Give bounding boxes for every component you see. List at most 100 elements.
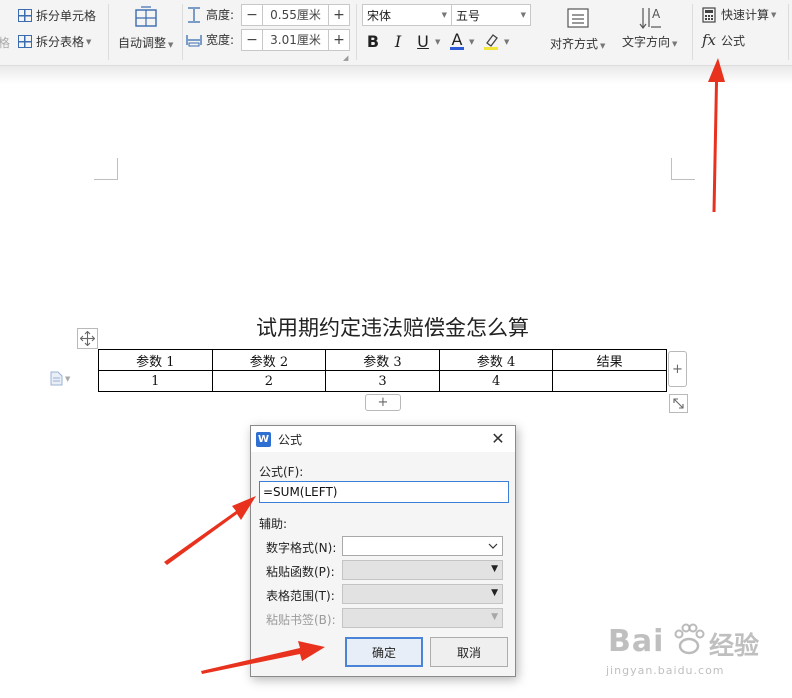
number-format-label: 数字格式(N): (266, 541, 337, 555)
font-size-select[interactable]: 五号 ▼ (451, 4, 531, 26)
italic-button[interactable]: I (389, 30, 407, 52)
table-range-select[interactable]: ▼ (342, 584, 503, 604)
page-corner-mark (94, 158, 118, 180)
quick-calc-button[interactable]: 快速计算 ▼ (702, 6, 776, 23)
cancel-button[interactable]: 取消 (430, 637, 508, 667)
table-cell[interactable]: 参数 3 (325, 349, 440, 371)
cut-off-label: 格 (0, 36, 11, 50)
chevron-down-icon[interactable]: ▼ (504, 38, 509, 46)
table-cell[interactable]: 2 (211, 370, 327, 392)
paste-function-select[interactable]: ▼ (342, 560, 503, 580)
table-cell[interactable]: 参数 4 (438, 349, 554, 371)
dialog-title: 公式 (278, 432, 303, 447)
chevron-down-icon: ▼ (520, 11, 526, 19)
divider (108, 4, 109, 60)
width-stepper[interactable]: − 3.01厘米 + (241, 29, 350, 51)
auto-fit-icon (135, 6, 157, 27)
chevron-down-icon: ▼ (86, 37, 92, 46)
font-color-icon: A (451, 30, 463, 49)
row-height-icon (188, 6, 200, 23)
dialog-titlebar[interactable]: W 公式 ✕ (251, 426, 515, 452)
formula-button[interactable]: fx 公式 (702, 31, 745, 49)
plus-icon[interactable]: + (329, 5, 349, 25)
chevron-down-icon: ▼ (771, 10, 777, 19)
underline-button[interactable]: U (413, 30, 433, 52)
table-resize-handle[interactable] (669, 394, 688, 413)
plus-icon[interactable]: + (329, 30, 349, 50)
dropdown-arrow-icon: ▼ (491, 564, 498, 574)
split-table-label: 拆分表格 (36, 35, 85, 49)
formula-input[interactable] (259, 481, 509, 503)
table-cell[interactable]: 参数 2 (211, 349, 327, 371)
split-cells-button[interactable]: 拆分单元格 (18, 7, 96, 24)
table-cell[interactable]: 4 (438, 370, 554, 392)
plus-icon: + (672, 361, 683, 377)
page-corner-mark (671, 158, 695, 180)
font-name-value: 宋体 (367, 8, 392, 23)
height-label: 高度: (206, 8, 235, 22)
table-row: 1 2 3 4 (98, 370, 667, 392)
minus-icon[interactable]: − (242, 5, 262, 25)
paste-bookmark-select: ▼ (342, 608, 503, 628)
quick-calc-label: 快速计算 (721, 8, 770, 22)
align-label: 对齐方式 ▼ (550, 37, 606, 51)
dropdown-arrow-icon: ▼ (491, 588, 498, 598)
paste-function-label: 粘贴函数(P): (266, 565, 335, 579)
split-table-button[interactable]: 拆分表格 ▼ (18, 33, 91, 50)
ribbon-toolbar: 格 拆分单元格 拆分表格 ▼ 自动调整 ▼ 高度: − 0.55厘米 + 宽度:… (0, 0, 792, 66)
watermark-url: jingyan.baidu.com (606, 664, 725, 677)
table-cell[interactable]: 3 (325, 370, 440, 392)
divider (788, 4, 789, 60)
baidu-watermark: Bai 经验 jingyan.baidu.com (606, 606, 786, 696)
divider (182, 4, 183, 60)
table-cell[interactable]: 参数 1 (98, 349, 213, 371)
document-title[interactable]: 试用期约定违法赔偿金怎么算 (98, 312, 687, 342)
number-format-select[interactable] (342, 536, 503, 556)
ok-button[interactable]: 确定 (345, 637, 423, 667)
split-cells-label: 拆分单元格 (36, 9, 97, 23)
move-cross-icon (80, 331, 95, 346)
fx-icon: fx (702, 31, 717, 49)
table-cell[interactable]: 结果 (552, 349, 667, 371)
table-cell[interactable]: 1 (98, 370, 213, 392)
table-header-row: 参数 1 参数 2 参数 3 参数 4 结果 (98, 349, 667, 371)
table-cell[interactable] (552, 370, 667, 392)
resize-diagonal-icon (673, 398, 684, 409)
chevron-down-icon[interactable]: ▼ (469, 38, 474, 46)
highlight-button[interactable] (481, 30, 501, 52)
column-width-group: 宽度: (186, 31, 234, 48)
chevron-down-icon: ▼ (441, 11, 447, 19)
watermark-brand: Bai (608, 624, 665, 659)
table-move-handle[interactable] (77, 328, 98, 349)
text-direction-button[interactable]: A 文字方向 ▼ (622, 5, 677, 50)
minus-icon[interactable]: − (242, 30, 262, 50)
align-button[interactable]: 对齐方式 ▼ (550, 7, 605, 52)
font-name-select[interactable]: 宋体 ▼ (362, 4, 452, 26)
height-stepper[interactable]: − 0.55厘米 + (241, 4, 350, 26)
assist-label: 辅助: (259, 517, 288, 531)
split-cells-icon (18, 9, 32, 22)
chevron-down-icon[interactable]: ▼ (435, 38, 440, 46)
bold-button[interactable]: B (363, 30, 383, 52)
divider (692, 4, 693, 60)
ribbon-shadow (0, 66, 792, 84)
divider (356, 4, 357, 60)
svg-text:A: A (652, 7, 661, 21)
document-icon (50, 371, 63, 386)
add-column-button[interactable]: + (668, 351, 687, 387)
height-value[interactable]: 0.55厘米 (262, 5, 329, 25)
font-color-button[interactable]: A (447, 30, 467, 52)
font-color-bar (450, 47, 464, 50)
paragraph-options[interactable]: ▼ (50, 371, 70, 386)
formula-label: 公式(F): (259, 465, 304, 479)
auto-fit-button[interactable]: 自动调整 ▼ (118, 6, 173, 51)
column-width-icon (186, 34, 202, 46)
wps-writer-icon: W (256, 431, 271, 447)
add-row-button[interactable]: + (365, 394, 401, 411)
dialog-launcher-icon[interactable]: ◢ (343, 54, 348, 62)
width-value[interactable]: 3.01厘米 (262, 30, 329, 50)
width-label: 宽度: (206, 33, 235, 47)
auto-fit-label: 自动调整 ▼ (118, 36, 174, 50)
row-height-group: 高度: (186, 6, 234, 23)
close-icon[interactable]: ✕ (489, 429, 507, 448)
